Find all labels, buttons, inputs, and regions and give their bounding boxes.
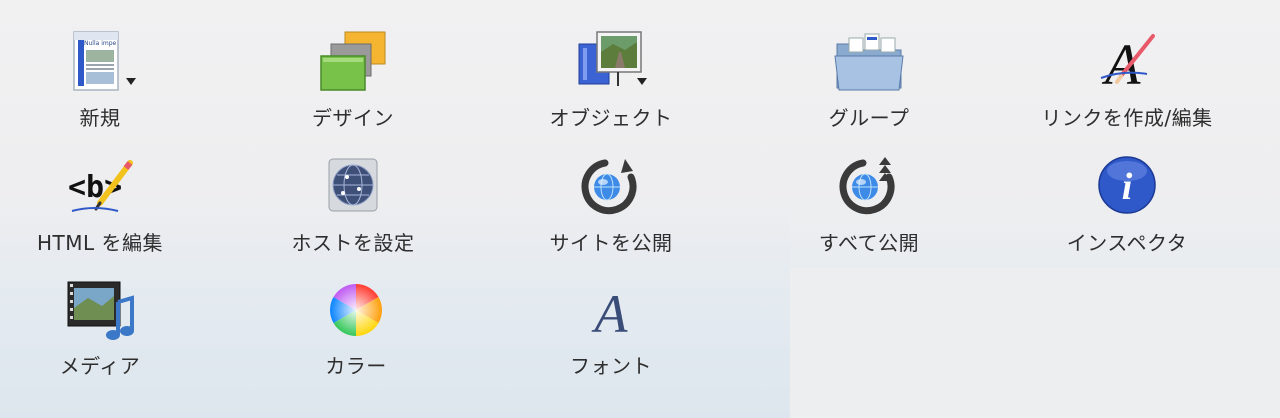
media-icon — [64, 278, 136, 346]
inspector-button[interactable]: i インスペクタ — [1017, 155, 1237, 265]
link-icon-letter: A — [1101, 32, 1141, 97]
media-button[interactable]: メディア — [0, 278, 210, 388]
color-label: カラー — [325, 354, 387, 378]
edit-html-button[interactable]: <b> HTML を編集 — [0, 155, 210, 265]
publish-site-button[interactable]: サイトを公開 — [501, 155, 721, 265]
design-icon — [317, 30, 389, 98]
inspector-label: インスペクタ — [1066, 231, 1188, 255]
group-label: グループ — [828, 106, 910, 130]
publish-all-globe-icon — [833, 155, 905, 223]
new-label: 新規 — [79, 106, 121, 130]
new-button[interactable]: Nulla impe 新規 — [0, 30, 210, 140]
folder-icon — [833, 30, 905, 98]
publish-globe-icon — [575, 155, 647, 223]
font-button[interactable]: A フォント — [501, 278, 721, 388]
design-button[interactable]: デザイン — [243, 30, 463, 140]
font-label: フォント — [570, 354, 652, 378]
media-label: メディア — [59, 354, 141, 378]
link-pen-icon: A — [1091, 30, 1163, 98]
inspector-icon-letter: i — [1122, 166, 1133, 208]
host-settings-button[interactable]: ホストを設定 — [243, 155, 463, 265]
publish-site-label: サイトを公開 — [549, 231, 673, 255]
link-edit-label: リンクを作成/編集 — [1041, 106, 1213, 130]
font-icon: A — [575, 278, 647, 346]
font-icon-letter: A — [592, 284, 629, 344]
network-globe-icon — [317, 155, 389, 223]
color-wheel-icon — [320, 278, 392, 346]
design-label: デザイン — [312, 106, 394, 130]
publish-all-button[interactable]: すべて公開 — [759, 155, 979, 265]
info-icon: i — [1091, 155, 1163, 223]
host-settings-label: ホストを設定 — [291, 231, 415, 255]
object-label: オブジェクト — [549, 106, 673, 130]
group-button[interactable]: グループ — [759, 30, 979, 140]
html-tag-icon: <b> — [64, 155, 136, 223]
color-button[interactable]: カラー — [246, 278, 466, 388]
publish-all-label: すべて公開 — [818, 231, 920, 255]
edit-html-label: HTML を編集 — [36, 231, 163, 255]
object-button[interactable]: オブジェクト — [501, 30, 721, 140]
link-edit-button[interactable]: A リンクを作成/編集 — [1017, 30, 1237, 140]
background-panel — [790, 268, 1280, 418]
new-icon-text: Nulla impe — [84, 40, 117, 47]
new-page-icon: Nulla impe — [64, 30, 136, 98]
object-icon — [575, 30, 647, 98]
